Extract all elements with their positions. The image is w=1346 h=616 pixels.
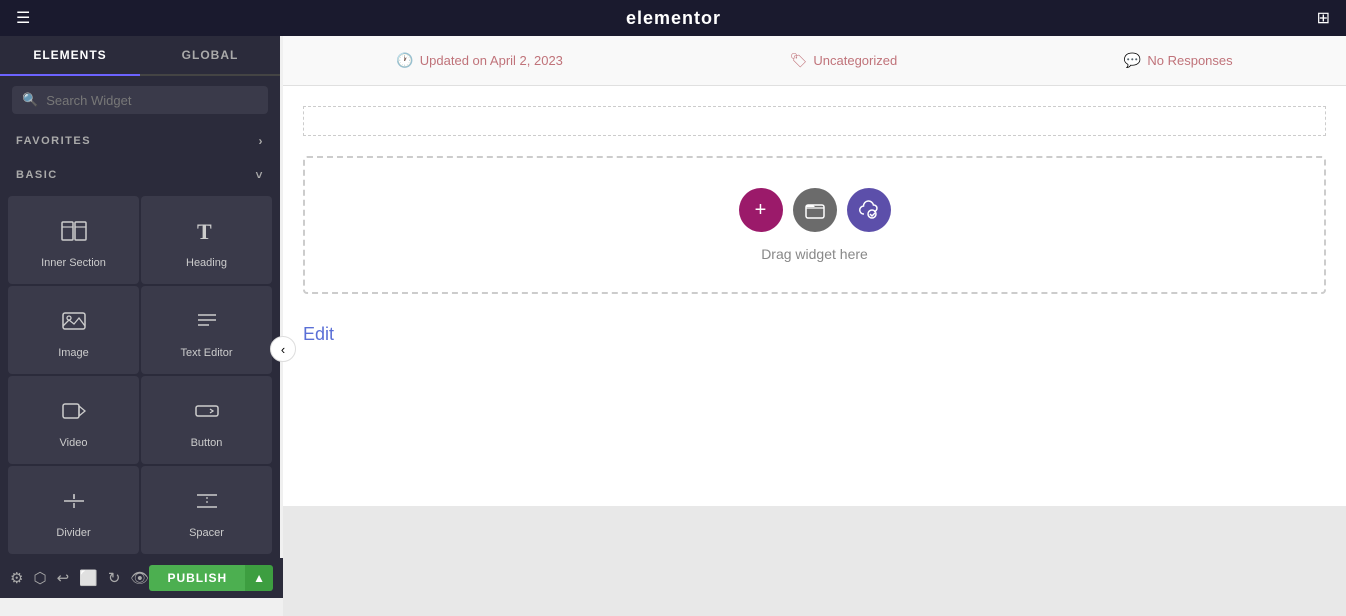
- inner-section-icon: [60, 217, 88, 249]
- spacer-label: Spacer: [189, 527, 224, 539]
- widget-inner-section[interactable]: Inner Section: [8, 196, 139, 284]
- add-widget-button[interactable]: +: [739, 188, 783, 232]
- cloud-library-button[interactable]: [847, 188, 891, 232]
- divider-label: Divider: [56, 527, 90, 539]
- hamburger-icon[interactable]: ☰: [16, 8, 30, 28]
- template-library-button[interactable]: [793, 188, 837, 232]
- favorites-label: FAVORITES: [16, 135, 91, 147]
- edit-text[interactable]: Edit: [303, 314, 1326, 355]
- bottom-tools: ⚙ ⬡ ↩ ⬜ ↻ 👁: [10, 569, 149, 587]
- sidebar-collapse-toggle[interactable]: ‹: [270, 336, 296, 362]
- inner-section-label: Inner Section: [41, 257, 106, 269]
- publish-dropdown-button[interactable]: ▲: [245, 565, 273, 591]
- meta-category: 🏷 Uncategorized: [790, 52, 898, 69]
- drop-zone-buttons: +: [739, 188, 891, 232]
- image-icon: [60, 307, 88, 339]
- divider-icon: [60, 487, 88, 519]
- sidebar-tabs: ELEMENTS GLOBAL: [0, 36, 280, 76]
- drop-zone: +: [303, 156, 1326, 294]
- main-layout: ELEMENTS GLOBAL 🔍 FAVORITES › BASIC ˅: [0, 36, 1346, 616]
- settings-icon[interactable]: ⚙: [10, 569, 23, 587]
- search-input-wrapper: 🔍: [12, 86, 268, 114]
- redo-icon[interactable]: ↻: [108, 569, 121, 587]
- image-label: Image: [58, 347, 89, 359]
- logo: elementor: [626, 8, 721, 29]
- widget-button[interactable]: Button: [141, 376, 272, 464]
- history-icon[interactable]: ↩: [57, 569, 70, 587]
- meta-responses-text: No Responses: [1147, 53, 1232, 68]
- preview-icon[interactable]: 👁: [130, 569, 149, 587]
- heading-label: Heading: [186, 257, 227, 269]
- bottom-toolbar: ⚙ ⬡ ↩ ⬜ ↻ 👁 PUBLISH ▲: [0, 558, 283, 598]
- comment-icon: 💬: [1124, 52, 1141, 69]
- svg-text:T: T: [197, 219, 212, 244]
- top-bar: ☰ elementor ⊞: [0, 0, 1346, 36]
- meta-category-text: Uncategorized: [813, 53, 897, 68]
- meta-updated-text: Updated on April 2, 2023: [420, 53, 563, 68]
- search-container: 🔍: [0, 76, 280, 124]
- widget-image[interactable]: Image: [8, 286, 139, 374]
- clock-icon: 🕐: [396, 52, 413, 69]
- button-label: Button: [191, 437, 223, 449]
- sidebar-wrapper: ELEMENTS GLOBAL 🔍 FAVORITES › BASIC ˅: [0, 36, 283, 616]
- tab-global[interactable]: GLOBAL: [140, 36, 280, 74]
- text-editor-icon: [193, 307, 221, 339]
- publish-button[interactable]: PUBLISH: [149, 565, 245, 591]
- basic-label: BASIC: [16, 169, 58, 181]
- widget-divider[interactable]: Divider: [8, 466, 139, 554]
- post-meta-bar: 🕐 Updated on April 2, 2023 🏷 Uncategoriz…: [283, 36, 1346, 86]
- grid-icon[interactable]: ⊞: [1317, 8, 1330, 28]
- heading-icon: T: [193, 217, 221, 249]
- content-wrapper: +: [283, 86, 1346, 506]
- top-bar-left: ☰: [16, 8, 30, 28]
- canvas: 🕐 Updated on April 2, 2023 🏷 Uncategoriz…: [283, 36, 1346, 616]
- publish-area: PUBLISH ▲: [149, 565, 273, 591]
- search-icon: 🔍: [22, 92, 38, 108]
- meta-responses: 💬 No Responses: [1124, 52, 1233, 69]
- widget-spacer[interactable]: Spacer: [141, 466, 272, 554]
- tab-elements[interactable]: ELEMENTS: [0, 36, 140, 76]
- widget-grid: Inner Section T Heading: [0, 192, 280, 558]
- responsive-icon[interactable]: ⬜: [79, 569, 98, 587]
- meta-updated: 🕐 Updated on April 2, 2023: [396, 52, 563, 69]
- widget-text-editor[interactable]: Text Editor: [141, 286, 272, 374]
- top-bar-right: ⊞: [1317, 8, 1330, 28]
- sidebar: ELEMENTS GLOBAL 🔍 FAVORITES › BASIC ˅: [0, 36, 280, 558]
- widget-heading[interactable]: T Heading: [141, 196, 272, 284]
- empty-section-placeholder: [303, 106, 1326, 136]
- tag-icon: 🏷: [790, 52, 808, 69]
- spacer-icon: [193, 487, 221, 519]
- widget-video[interactable]: Video: [8, 376, 139, 464]
- basic-section-header[interactable]: BASIC ˅: [0, 158, 280, 192]
- button-icon: [193, 397, 221, 429]
- favorites-section-header[interactable]: FAVORITES ›: [0, 124, 280, 158]
- layers-icon[interactable]: ⬡: [33, 569, 46, 587]
- text-editor-label: Text Editor: [181, 347, 233, 359]
- drop-zone-label: Drag widget here: [761, 246, 868, 262]
- search-input[interactable]: [46, 93, 258, 108]
- video-label: Video: [60, 437, 88, 449]
- favorites-chevron-icon: ›: [259, 134, 265, 148]
- basic-chevron-icon: ˅: [255, 168, 264, 182]
- video-icon: [60, 397, 88, 429]
